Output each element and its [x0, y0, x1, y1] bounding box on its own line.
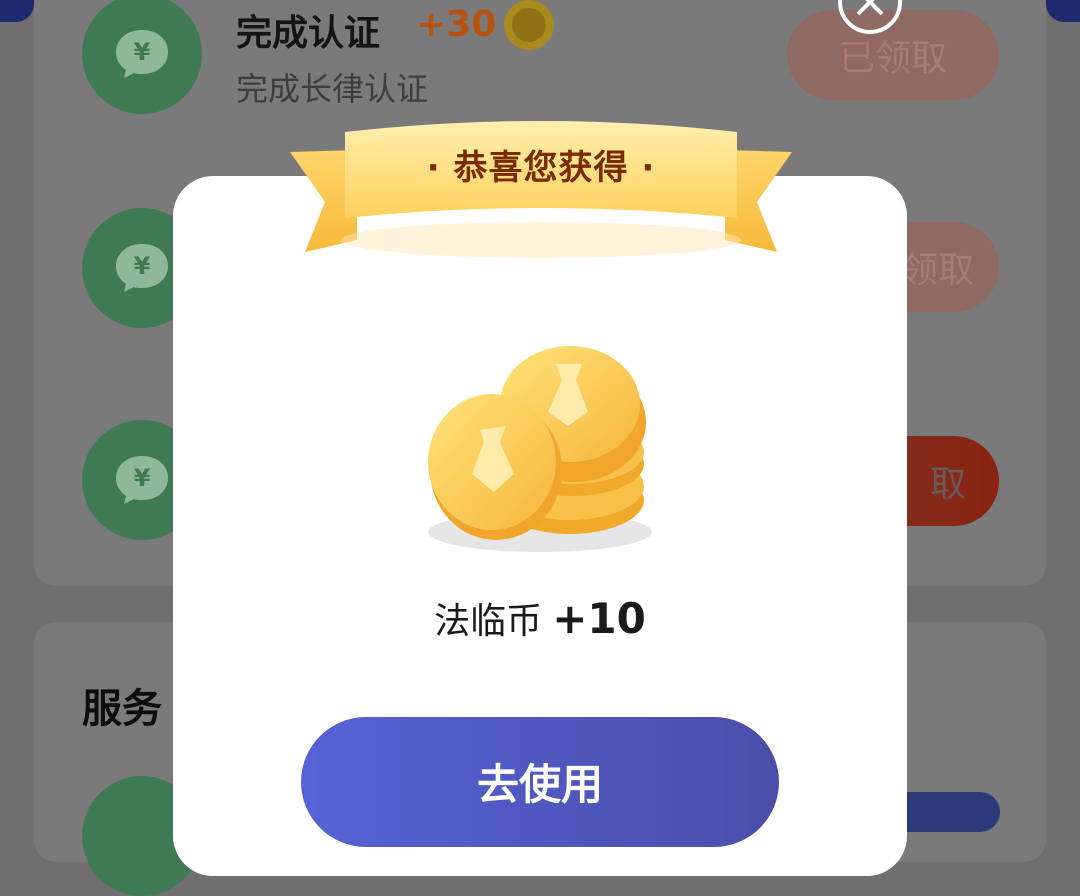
coin-badge-icon	[504, 0, 554, 50]
svg-text:¥: ¥	[134, 252, 151, 280]
svg-text:¥: ¥	[134, 464, 151, 492]
header-corner-right	[1046, 0, 1080, 22]
coin-stack-icon	[428, 346, 652, 552]
task-description: 完成长律认证	[236, 70, 429, 108]
services-title: 服务	[82, 686, 162, 732]
use-now-button[interactable]: 去使用	[301, 717, 779, 847]
ribbon-title: · 恭喜您获得 ·	[426, 148, 656, 188]
reward-amount: +10	[552, 594, 646, 643]
reward-summary: 法临币 +10	[173, 592, 907, 644]
reward-name: 法临币	[434, 601, 543, 642]
ribbon-banner	[290, 121, 792, 258]
task-title: 完成认证	[236, 13, 381, 54]
use-now-label: 去使用	[476, 760, 603, 809]
svg-text:¥: ¥	[134, 38, 151, 66]
claim-button-label: 取	[929, 464, 966, 505]
task-points: +30	[416, 4, 497, 45]
claim-button-label: 领取	[901, 250, 974, 291]
header-corner-left	[0, 0, 34, 22]
